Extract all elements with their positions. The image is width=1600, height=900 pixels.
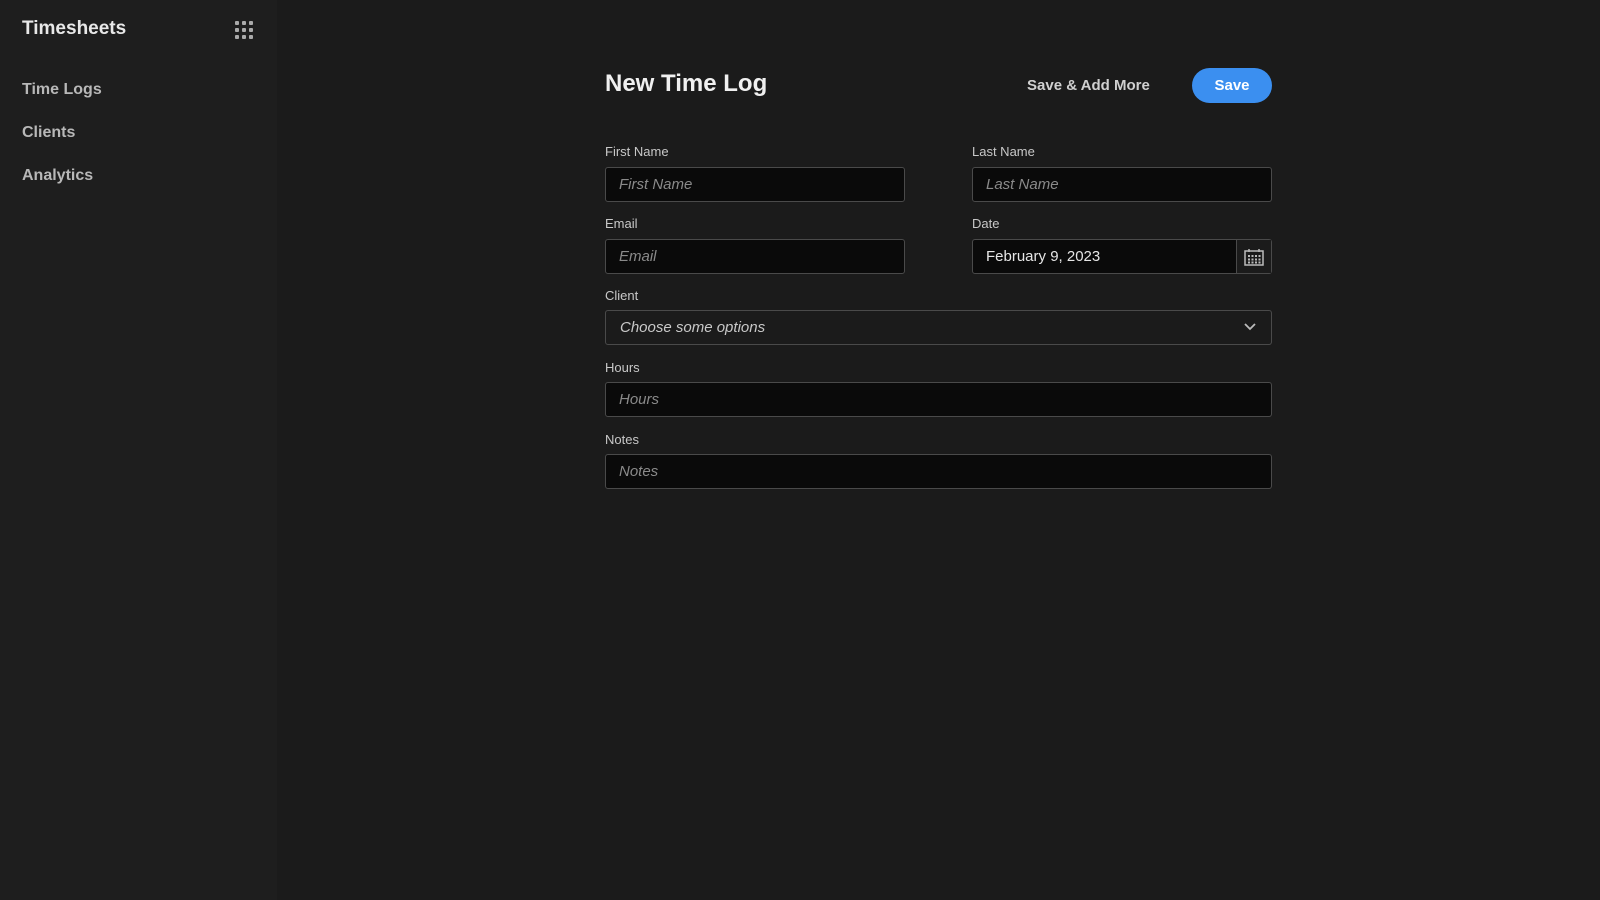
- chevron-down-icon: [1243, 319, 1257, 337]
- date-input[interactable]: [973, 240, 1236, 273]
- calendar-icon[interactable]: [1236, 240, 1271, 273]
- last-name-input[interactable]: [972, 167, 1272, 202]
- sidebar: Timesheets Time Logs Clients Analytics: [0, 0, 277, 900]
- first-name-input[interactable]: [605, 167, 905, 202]
- hours-input[interactable]: [605, 382, 1272, 417]
- client-select-placeholder: Choose some options: [620, 319, 766, 336]
- sidebar-item-clients[interactable]: Clients: [22, 124, 75, 142]
- client-label: Client: [605, 288, 639, 303]
- notes-label: Notes: [605, 432, 639, 447]
- app-title: Timesheets: [22, 18, 127, 39]
- date-field: [972, 239, 1272, 274]
- save-and-add-more-button[interactable]: Save & Add More: [1015, 68, 1162, 102]
- client-select[interactable]: Choose some options: [605, 310, 1272, 345]
- date-label: Date: [972, 216, 1000, 231]
- notes-input[interactable]: [605, 454, 1272, 489]
- email-label: Email: [605, 216, 638, 231]
- save-button[interactable]: Save: [1192, 68, 1272, 103]
- sidebar-item-time-logs[interactable]: Time Logs: [22, 81, 102, 99]
- hours-label: Hours: [605, 360, 640, 375]
- sidebar-item-analytics[interactable]: Analytics: [22, 167, 93, 185]
- first-name-label: First Name: [605, 144, 669, 159]
- last-name-label: Last Name: [972, 144, 1035, 159]
- page-title: New Time Log: [605, 70, 768, 97]
- grid-icon[interactable]: [235, 21, 255, 41]
- email-input[interactable]: [605, 239, 905, 274]
